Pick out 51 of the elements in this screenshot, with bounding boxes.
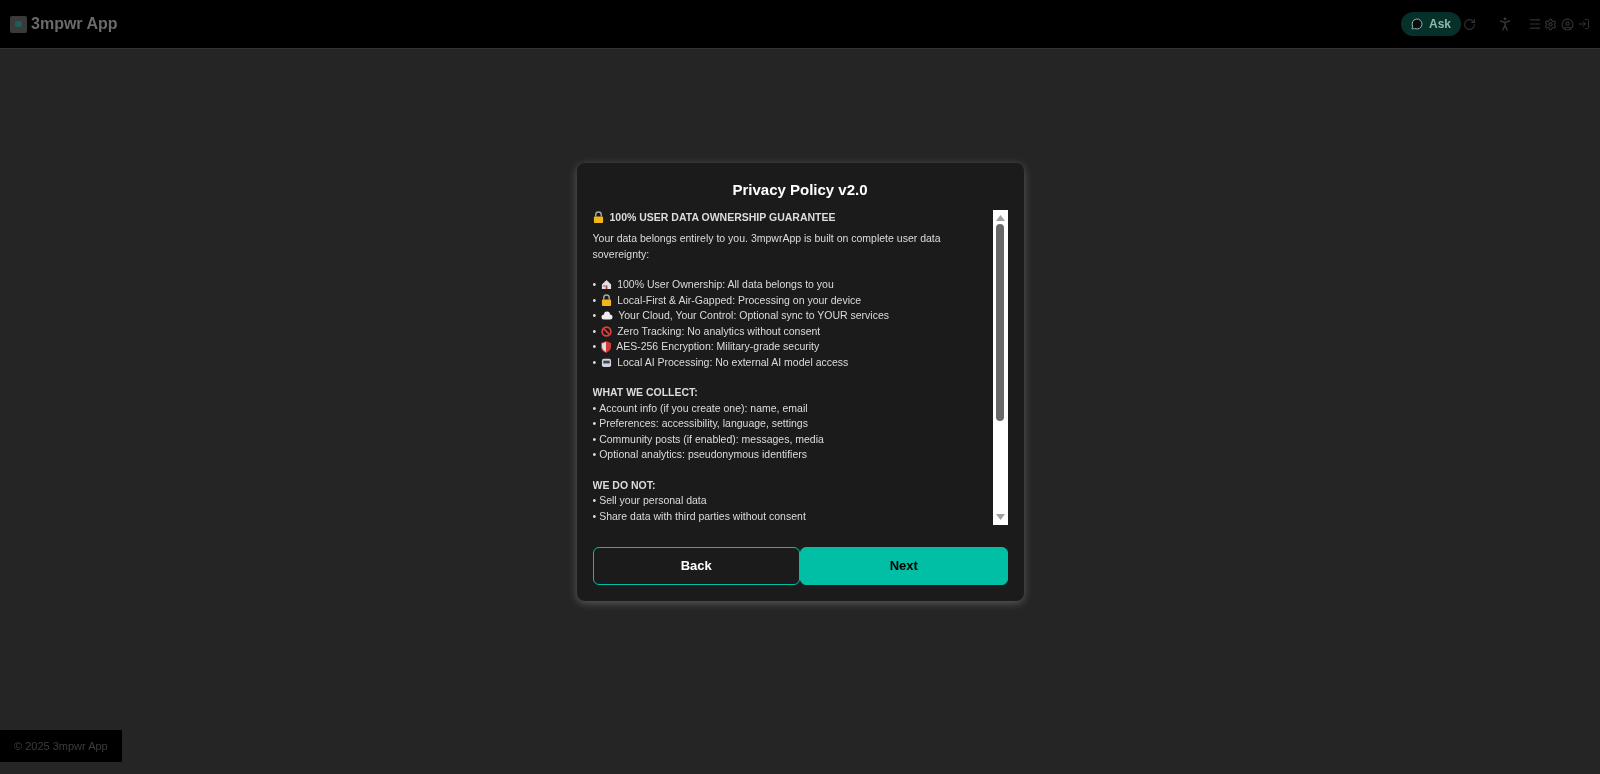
app-logo (10, 15, 27, 33)
feature-item: 100% User Ownership: All data belongs to you (617, 277, 834, 292)
list-item: Share data with third parties without consent (599, 508, 806, 524)
bullet: • (592, 339, 597, 354)
menu-icon[interactable] (1528, 17, 1542, 31)
list-item: Optional analytics: pseudonymous identifiers (599, 447, 807, 462)
feature-item: Local-First & Air-Gapped: Processing on your device (617, 292, 862, 308)
policy-heading: 100% USER DATA OWNERSHIP GUARANTEE (609, 209, 836, 225)
list-item: Account info (if you create one): name, email (599, 400, 808, 416)
section-heading: WE DO NOT: (592, 477, 657, 493)
bullet: • (592, 431, 597, 447)
bullet: • (592, 493, 597, 508)
feature-item: Local AI Processing: No external AI model access (617, 354, 849, 370)
dialog-title: Privacy Policy v2.0 (731, 180, 869, 200)
settings-icon[interactable] (1544, 17, 1557, 31)
scroll-down-icon[interactable] (995, 513, 1005, 520)
section-heading: WHAT WE COLLECT: (592, 385, 699, 400)
list-item: Preferences: accessibility, language, settings (599, 416, 808, 431)
feature-item: Zero Tracking: No analytics without consent (617, 323, 821, 339)
scroll-up-icon[interactable] (995, 214, 1005, 221)
bullet: • (592, 447, 597, 462)
back-button[interactable]: Back (592, 546, 800, 585)
shield-icon (601, 340, 612, 353)
next-button[interactable]: Next (800, 546, 1008, 585)
login-icon[interactable] (1578, 18, 1590, 30)
bullet: • (592, 292, 597, 308)
feature-item: AES-256 Encryption: Military-grade security (616, 339, 820, 354)
bullet: • (592, 323, 597, 339)
bullet: • (592, 308, 597, 323)
bullet: • (592, 354, 597, 370)
user-icon[interactable] (1561, 17, 1574, 31)
list-item: Sell your personal data (599, 493, 707, 508)
prohibited-icon (601, 325, 613, 337)
bullet: • (592, 400, 597, 416)
app-title: 3mpwr App (31, 14, 118, 34)
feature-item: Your Cloud, Your Control: Optional sync to YOUR services (618, 308, 889, 323)
list-item: Community posts (if enabled): messages, media (599, 431, 824, 447)
cloud-icon (601, 311, 614, 321)
house-icon (601, 279, 613, 291)
ask-button[interactable]: Ask (1401, 12, 1461, 36)
chat-icon (1411, 18, 1423, 30)
padlock-icon (601, 294, 613, 307)
scrollbar[interactable] (992, 209, 1008, 525)
padlock-icon (592, 211, 604, 224)
refresh-icon[interactable] (1463, 17, 1476, 31)
scrollbar-thumb[interactable] (996, 223, 1004, 421)
intro-paragraph: Your data belongs entirely to you. 3mpwrApp is built on complete user data sovereignty: (592, 231, 942, 262)
footer: © 2025 3mpwr App (0, 729, 122, 762)
bullet: • (592, 508, 597, 524)
bullet: • (592, 277, 597, 292)
bullet: • (592, 416, 597, 431)
